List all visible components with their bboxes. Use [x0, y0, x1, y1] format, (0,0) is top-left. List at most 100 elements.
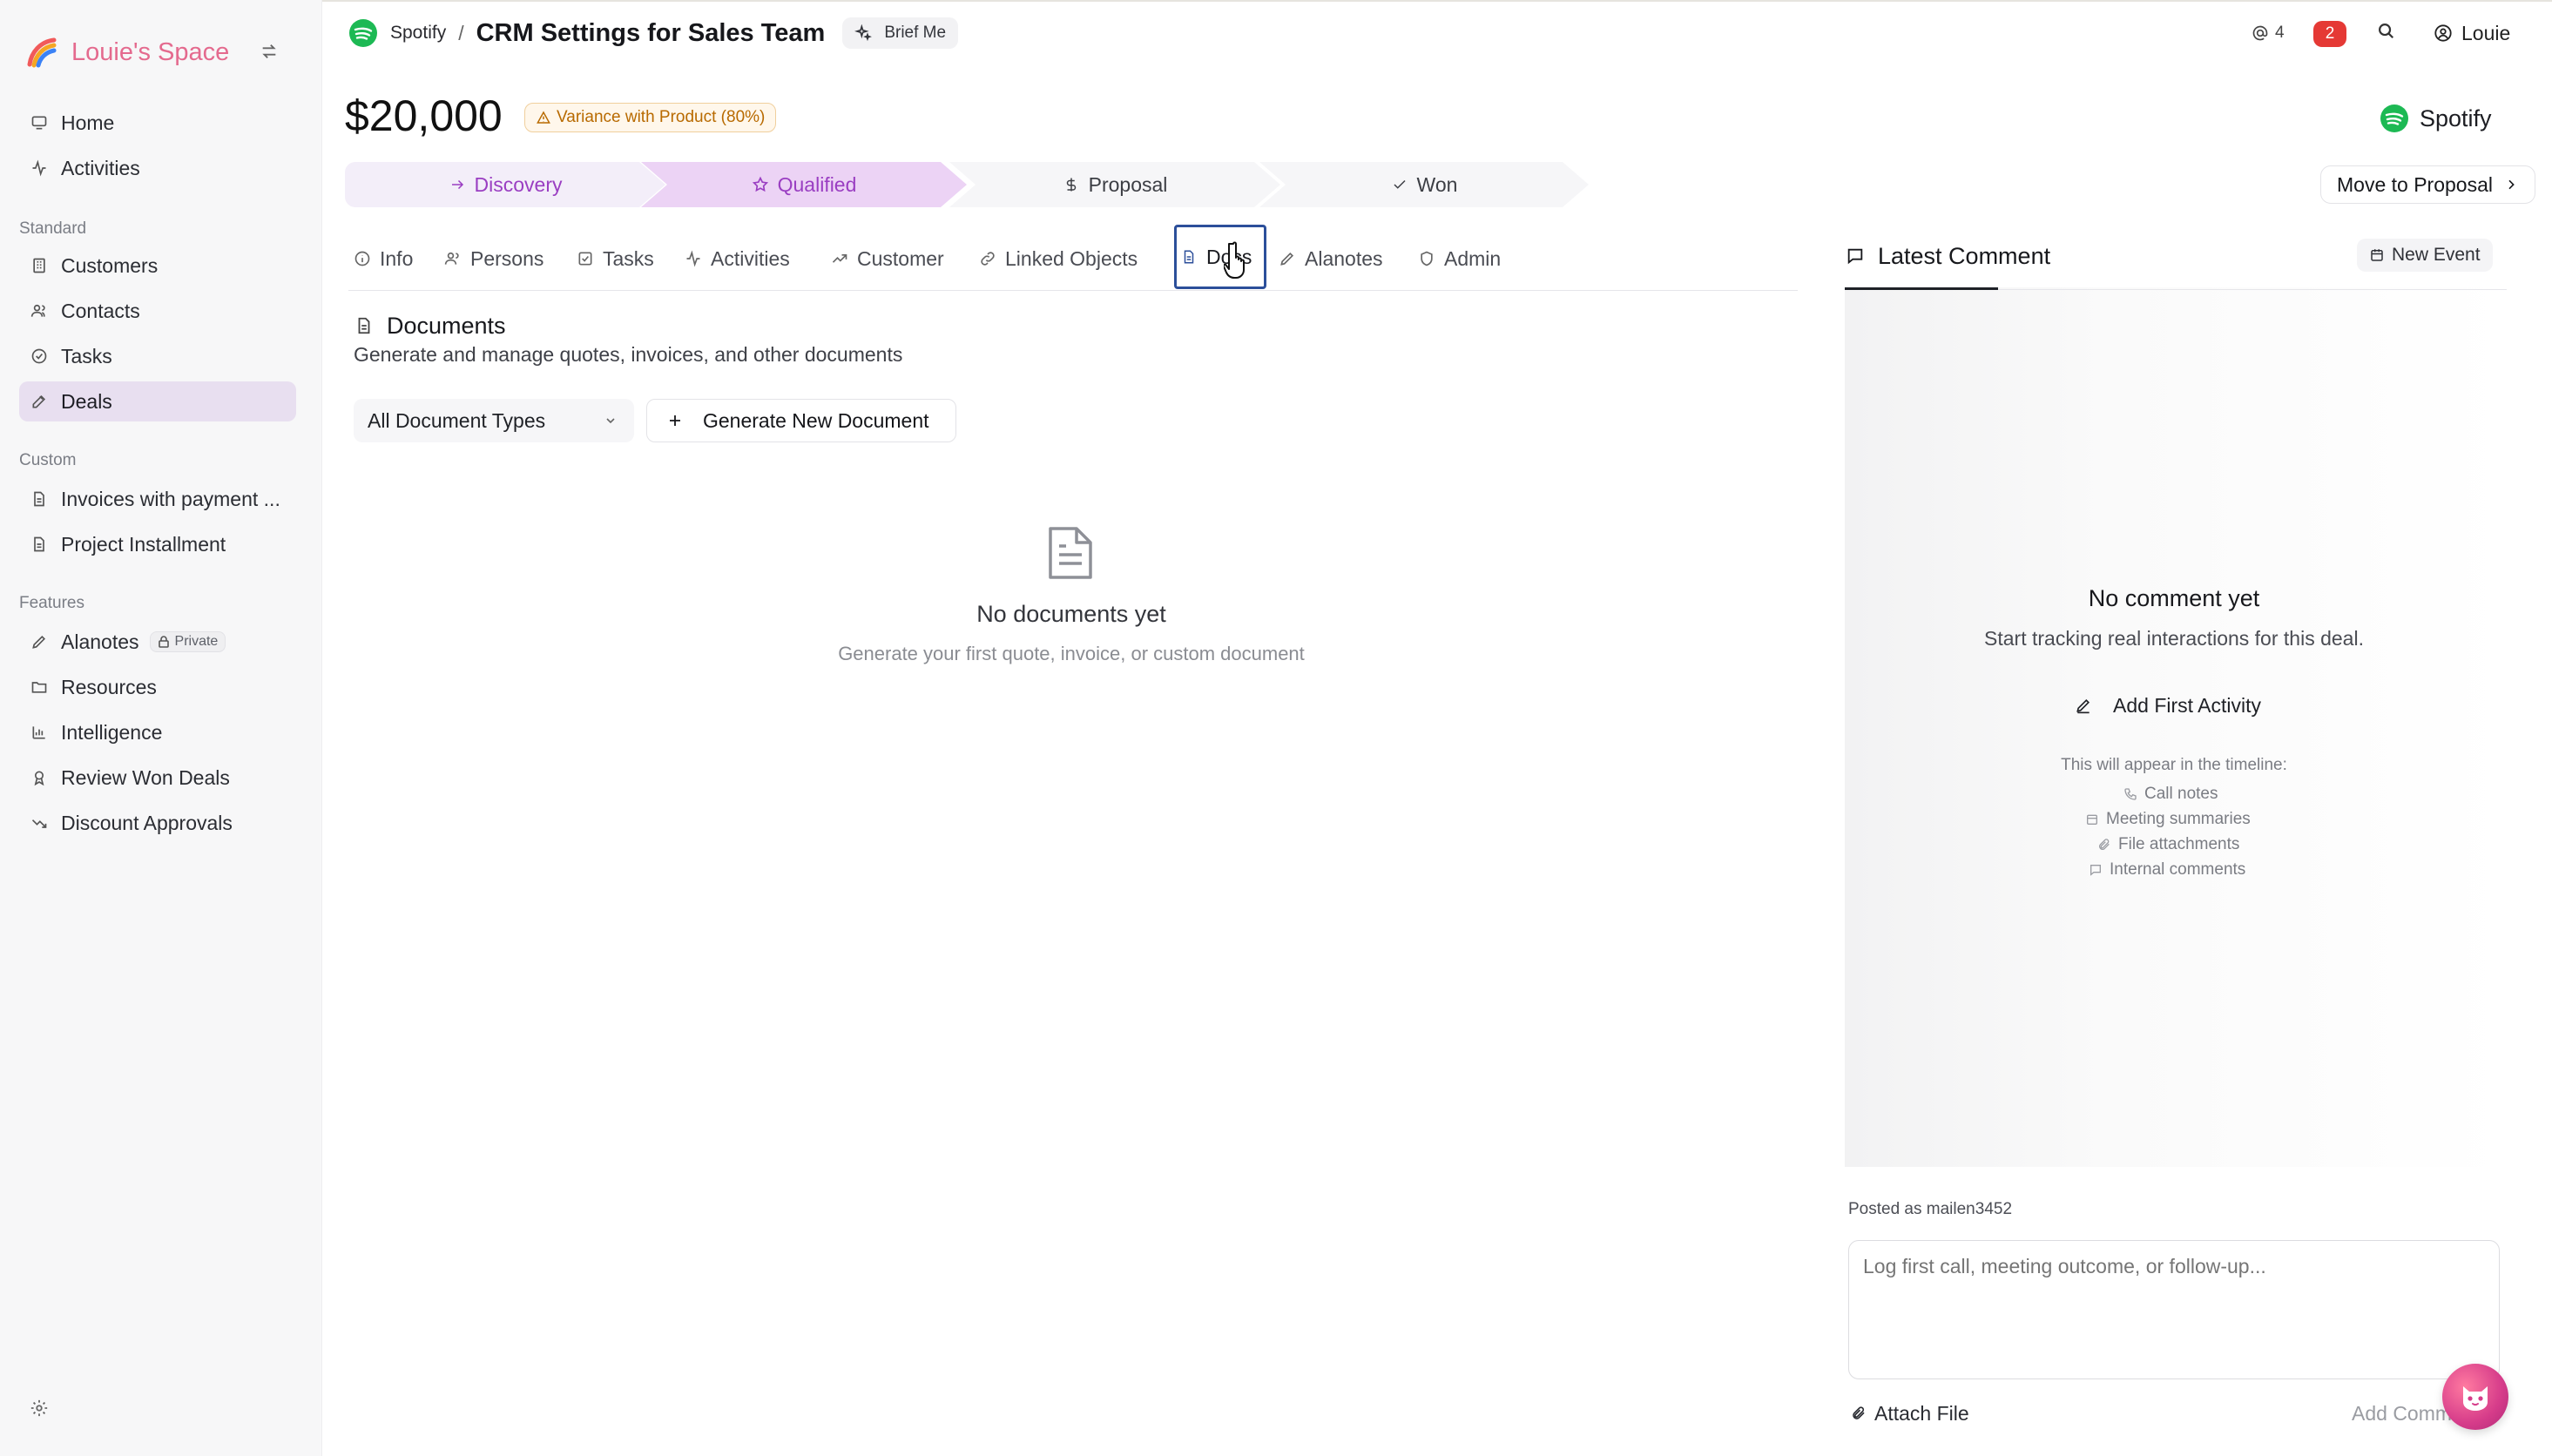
attach-file-button[interactable]: Attach File [1850, 1397, 1969, 1430]
link-icon [979, 250, 996, 267]
sidebar-item-label: Deals [61, 389, 112, 413]
sparkle-icon [854, 24, 873, 42]
brief-me-button[interactable]: Brief Me [842, 17, 959, 49]
tab-linked-objects[interactable]: Linked Objects [979, 244, 1138, 273]
activity-icon [30, 158, 49, 178]
plus-icon [666, 412, 684, 429]
stage-label: Discovery [474, 172, 563, 196]
sidebar-item-deals[interactable]: Deals [19, 381, 296, 421]
comment-panel-background [1845, 287, 2507, 1167]
stage-label: Proposal [1088, 172, 1168, 196]
deal-tabs: Info Persons Tasks Activities Customer L… [348, 225, 1798, 291]
sidebar-item-alanotes[interactable]: Alanotes Private [19, 622, 296, 662]
user-menu[interactable]: Louie [2434, 17, 2510, 49]
add-first-activity-label: Add First Activity [2113, 693, 2261, 717]
stage-qualified[interactable]: Qualified [641, 162, 967, 207]
tab-latest-comment[interactable]: Latest Comment [1845, 239, 2050, 273]
dollar-icon [1063, 176, 1080, 193]
stage-discovery[interactable]: Discovery [345, 162, 665, 207]
sidebar-item-intelligence[interactable]: Intelligence [19, 712, 296, 752]
brand-name: Louie's Space [71, 37, 230, 66]
assistant-bot-button[interactable] [2442, 1364, 2508, 1430]
file-icon [30, 489, 49, 509]
sidebar-item-label: Project Installment [61, 532, 226, 556]
trend-down-icon [30, 813, 49, 832]
sidebar-item-label: Intelligence [61, 720, 163, 744]
tab-customer[interactable]: Customer [831, 244, 944, 273]
sidebar-item-activities[interactable]: Activities [19, 148, 296, 188]
timeline-item-call-notes: Call notes [2123, 783, 2218, 806]
stage-proposal[interactable]: Proposal [949, 162, 1280, 207]
at-sign-icon [2251, 24, 2270, 43]
timeline-item-label: Meeting summaries [2106, 810, 2251, 828]
stage-won[interactable]: Won [1259, 162, 1589, 207]
empty-document-icon [1043, 524, 1097, 582]
pen-icon [1279, 250, 1296, 267]
tab-label: Activities [711, 246, 790, 270]
tab-activities[interactable]: Activities [685, 244, 790, 273]
generate-document-label: Generate New Document [703, 408, 929, 432]
sidebar-item-home[interactable]: Home [19, 103, 296, 143]
timeline-item-file-attachments: File attachments [2097, 833, 2239, 856]
pen-icon [2075, 697, 2092, 714]
section-label-standard: Standard [19, 219, 87, 238]
tab-tasks[interactable]: Tasks [577, 244, 654, 273]
sidebar-item-tasks[interactable]: Tasks [19, 336, 296, 376]
sidebar-item-label: Invoices with payment ... [61, 487, 280, 510]
breadcrumb-company[interactable]: Spotify [390, 23, 446, 44]
collapse-sidebar-icon[interactable] [258, 40, 280, 63]
calendar-icon [2369, 247, 2385, 263]
no-comment-title: No comment yet [2088, 585, 2260, 611]
tab-label: Tasks [603, 246, 654, 270]
users-icon [444, 250, 462, 267]
tab-alanotes[interactable]: Alanotes [1279, 244, 1383, 273]
cat-bot-icon [2458, 1381, 2493, 1412]
documents-subtitle: Generate and manage quotes, invoices, an… [354, 343, 903, 366]
company-link[interactable]: Spotify [2380, 101, 2492, 136]
file-icon [1180, 248, 1198, 266]
sidebar-item-review-won-deals[interactable]: Review Won Deals [19, 758, 296, 798]
add-first-activity-button[interactable]: Add First Activity [2075, 690, 2261, 721]
comment-icon [1845, 246, 1866, 266]
shield-icon [1418, 250, 1435, 267]
rainbow-logo-icon [26, 37, 57, 68]
tab-label: Alanotes [1305, 246, 1383, 270]
sidebar-item-label: Activities [61, 156, 140, 179]
settings-gear-icon[interactable] [28, 1397, 51, 1419]
sidebar-item-resources[interactable]: Resources [19, 667, 296, 707]
timeline-item-label: File attachments [2118, 835, 2240, 853]
sidebar-item-project-installment[interactable]: Project Installment [19, 524, 296, 564]
sidebar-item-discount-approvals[interactable]: Discount Approvals [19, 803, 296, 843]
tab-info[interactable]: Info [354, 244, 413, 273]
breadcrumb-separator: / [458, 21, 464, 44]
tab-persons[interactable]: Persons [444, 244, 543, 273]
mentions-button[interactable]: 4 [2251, 17, 2285, 49]
variance-badge[interactable]: Variance with Product (80%) [524, 103, 777, 132]
tab-admin[interactable]: Admin [1418, 244, 1501, 273]
brief-me-label: Brief Me [884, 24, 947, 42]
document-type-value: All Document Types [368, 408, 546, 432]
company-name: Spotify [2420, 104, 2492, 131]
new-event-button[interactable]: New Event [2357, 239, 2493, 272]
sidebar-item-label: Customers [61, 253, 159, 277]
latest-comment-label: Latest Comment [1878, 242, 2051, 269]
pen-icon [30, 632, 49, 651]
generate-document-button[interactable]: Generate New Document [646, 399, 956, 442]
move-to-proposal-button[interactable]: Move to Proposal [2320, 165, 2535, 204]
empty-documents-title: No documents yet [976, 601, 1166, 627]
sidebar-item-label: Discount Approvals [61, 811, 233, 834]
search-icon[interactable] [2376, 17, 2402, 44]
sidebar-item-invoices[interactable]: Invoices with payment ... [19, 479, 296, 519]
comment-input[interactable] [1848, 1240, 2500, 1379]
star-icon [752, 176, 769, 193]
stage-label: Qualified [777, 172, 857, 196]
file-icon [354, 315, 375, 336]
sidebar-item-customers[interactable]: Customers [19, 246, 296, 286]
comment-icon [2089, 863, 2103, 877]
sidebar-item-contacts[interactable]: Contacts [19, 291, 296, 331]
brand[interactable]: Louie's Space [26, 33, 229, 71]
file-icon [30, 535, 49, 554]
notifications-badge[interactable]: 2 [2313, 21, 2346, 47]
document-type-select[interactable]: All Document Types [354, 399, 634, 442]
section-label-features: Features [19, 594, 84, 612]
